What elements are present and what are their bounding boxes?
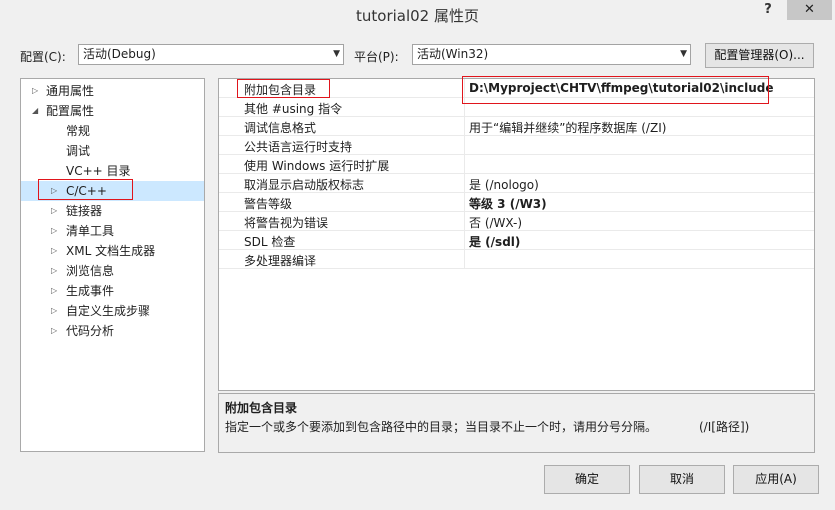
expand-arrow-icon[interactable]: ▷ (32, 81, 38, 101)
property-name: 取消显示启动版权标志 (244, 178, 365, 192)
column-divider (464, 231, 465, 250)
highlight-box-property-name (237, 79, 330, 98)
tree-item-build-events[interactable]: ▷ 生成事件 (21, 281, 204, 301)
description-title: 附加包含目录 (225, 401, 298, 415)
property-name: SDL 检查 (244, 235, 296, 249)
tree-item-linker[interactable]: ▷ 链接器 (21, 201, 204, 221)
tree-item-xml-doc-generator[interactable]: ▷ XML 文档生成器 (21, 241, 204, 261)
tree-item-label: XML 文档生成器 (66, 244, 156, 258)
property-row[interactable]: 取消显示启动版权标志 是 (/nologo) (219, 174, 814, 193)
tree-item-vc-directories[interactable]: VC++ 目录 (21, 161, 204, 181)
property-name: 公共语言运行时支持 (244, 140, 353, 154)
property-value[interactable]: 用于“编辑并继续”的程序数据库 (/ZI) (469, 119, 666, 136)
tree-item-label: 自定义生成步骤 (66, 304, 151, 318)
tree-item-config-properties[interactable]: ◢ 配置属性 (21, 101, 204, 121)
property-row[interactable]: 使用 Windows 运行时扩展 (219, 155, 814, 174)
tree-item-custom-build-step[interactable]: ▷ 自定义生成步骤 (21, 301, 204, 321)
property-row[interactable]: 多处理器编译 (219, 250, 814, 269)
tree-item-code-analysis[interactable]: ▷ 代码分析 (21, 321, 204, 341)
highlight-box-tree (38, 179, 133, 200)
property-value[interactable]: 等级 3 (/W3) (469, 195, 547, 212)
collapse-arrow-icon[interactable]: ◢ (32, 101, 38, 121)
tree-item-manifest-tool[interactable]: ▷ 清单工具 (21, 221, 204, 241)
expand-arrow-icon[interactable]: ▷ (51, 281, 57, 301)
config-label: 配置(C): (20, 50, 66, 64)
property-name: 调试信息格式 (244, 121, 317, 135)
property-row[interactable]: 将警告视为错误 否 (/WX-) (219, 212, 814, 231)
chevron-down-icon: ▼ (680, 49, 687, 59)
expand-arrow-icon[interactable]: ▷ (51, 241, 57, 261)
description-switch: (/I[路径]) (699, 420, 750, 434)
tree-item-label: 清单工具 (66, 224, 115, 238)
tree-item-common-properties[interactable]: ▷ 通用属性 (21, 81, 204, 101)
property-value[interactable]: 是 (/nologo) (469, 176, 539, 193)
highlight-box-property-value (462, 76, 769, 104)
property-row[interactable]: 警告等级 等级 3 (/W3) (219, 193, 814, 212)
config-manager-button[interactable]: 配置管理器(O)... (705, 43, 814, 68)
cancel-button[interactable]: 取消 (639, 465, 725, 494)
config-select-value: 活动(Debug) (83, 47, 156, 61)
property-name: 将警告视为错误 (244, 216, 329, 230)
window-title: tutorial02 属性页 (356, 7, 479, 25)
expand-arrow-icon[interactable]: ▷ (51, 301, 57, 321)
tree-item-label: 链接器 (66, 204, 103, 218)
property-row[interactable]: 调试信息格式 用于“编辑并继续”的程序数据库 (/ZI) (219, 117, 814, 136)
description-panel: 附加包含目录 指定一个或多个要添加到包含路径中的目录；当目录不止一个时，请用分号… (218, 393, 815, 453)
tree-item-debugging[interactable]: 调试 (21, 141, 204, 161)
expand-arrow-icon[interactable]: ▷ (51, 201, 57, 221)
chevron-down-icon: ▼ (333, 49, 340, 59)
property-tree: ▷ 通用属性 ◢ 配置属性 常规 调试 VC++ 目录 ▷ C/C++ ▷ 链接… (20, 78, 205, 452)
tree-item-browse-info[interactable]: ▷ 浏览信息 (21, 261, 204, 281)
apply-button[interactable]: 应用(A) (733, 465, 819, 494)
property-name: 其他 #using 指令 (244, 102, 343, 116)
tree-item-label: 常规 (66, 124, 91, 138)
tree-item-label: 调试 (66, 144, 91, 158)
expand-arrow-icon[interactable]: ▷ (51, 261, 57, 281)
config-select[interactable]: 活动(Debug) ▼ (78, 44, 344, 65)
platform-select-value: 活动(Win32) (417, 47, 489, 61)
column-divider (464, 136, 465, 155)
tree-item-label: VC++ 目录 (66, 164, 131, 178)
tree-item-label: 通用属性 (46, 84, 95, 98)
column-divider (464, 193, 465, 212)
description-text: 指定一个或多个要添加到包含路径中的目录；当目录不止一个时，请用分号分隔。 (225, 420, 658, 434)
property-name: 多处理器编译 (244, 254, 317, 268)
tree-item-general[interactable]: 常规 (21, 121, 204, 141)
property-value[interactable]: 是 (/sdl) (469, 233, 520, 250)
column-divider (464, 155, 465, 174)
property-name: 使用 Windows 运行时扩展 (244, 159, 390, 173)
tree-item-label: 生成事件 (66, 284, 115, 298)
title-bar: tutorial02 属性页 ? ✕ (0, 0, 835, 36)
tree-item-label: 配置属性 (46, 104, 95, 118)
column-divider (464, 174, 465, 193)
platform-label: 平台(P): (354, 50, 399, 64)
column-divider (464, 250, 465, 269)
property-value[interactable]: 否 (/WX-) (469, 214, 522, 231)
expand-arrow-icon[interactable]: ▷ (51, 321, 57, 341)
property-row[interactable]: SDL 检查 是 (/sdl) (219, 231, 814, 250)
property-row[interactable]: 公共语言运行时支持 (219, 136, 814, 155)
column-divider (464, 117, 465, 136)
expand-arrow-icon[interactable]: ▷ (51, 221, 57, 241)
ok-button[interactable]: 确定 (544, 465, 630, 494)
tree-item-label: 代码分析 (66, 324, 115, 338)
close-button[interactable]: ✕ (787, 0, 832, 20)
column-divider (464, 212, 465, 231)
property-name: 警告等级 (244, 197, 293, 211)
platform-select[interactable]: 活动(Win32) ▼ (412, 44, 691, 65)
property-grid: 附加包含目录 D:\Myproject\CHTV\ffmpeg\tutorial… (218, 78, 815, 391)
tree-item-label: 浏览信息 (66, 264, 115, 278)
help-button[interactable]: ? (758, 2, 778, 20)
